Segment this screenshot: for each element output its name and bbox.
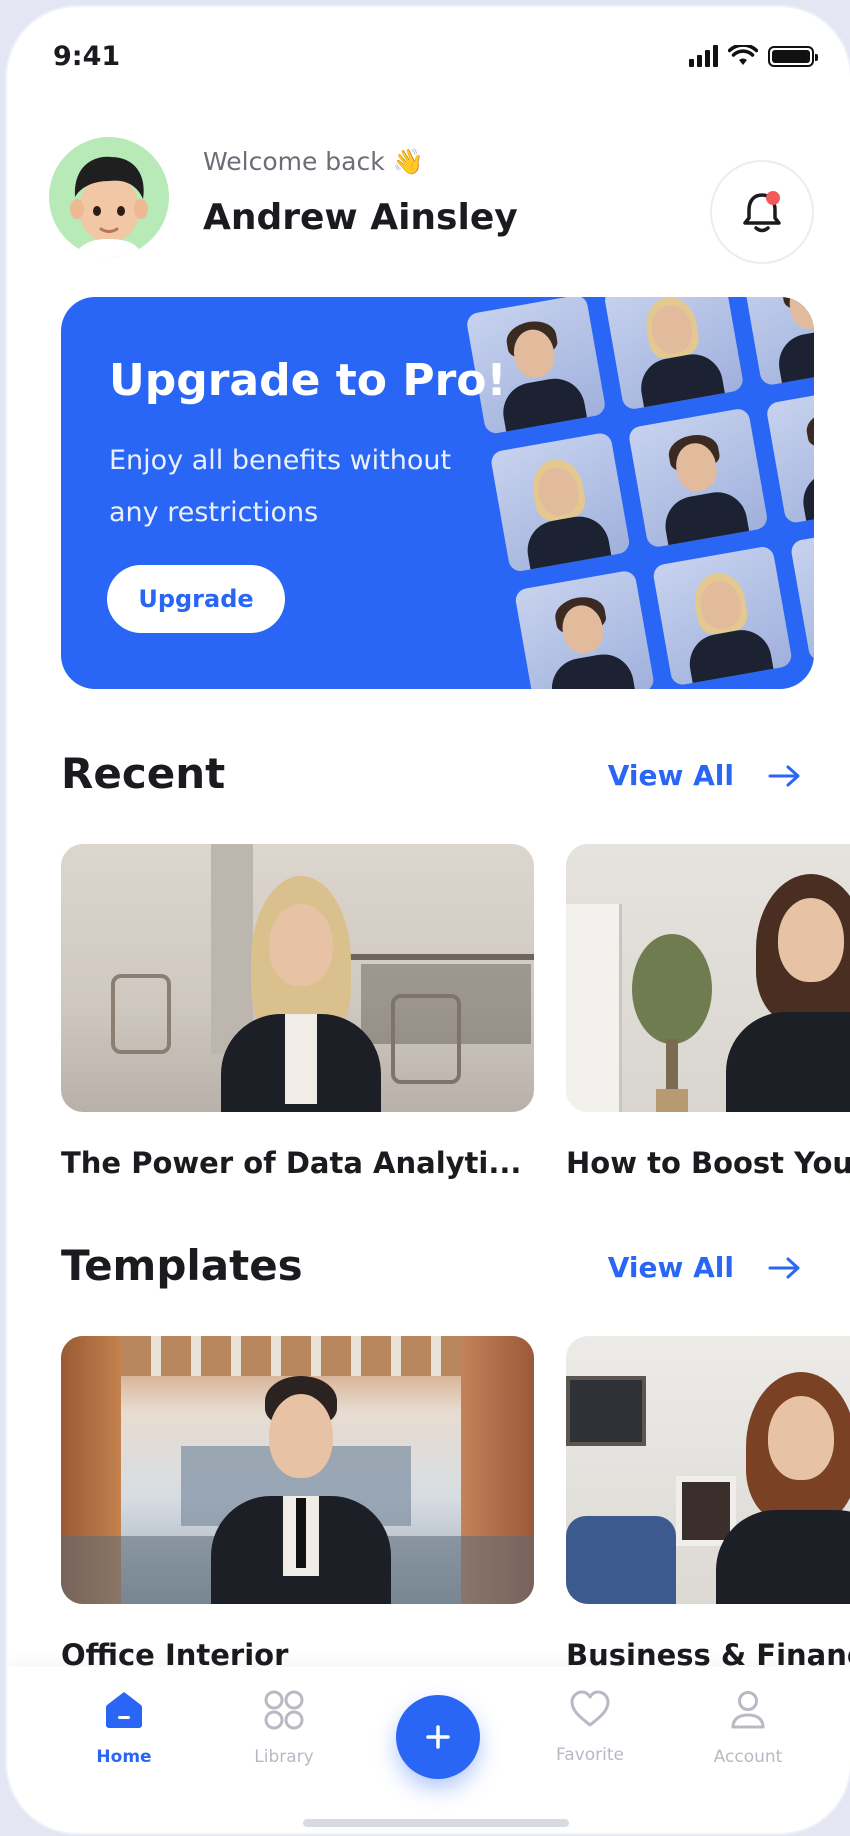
- template-card[interactable]: Office Interior: [61, 1336, 534, 1672]
- view-all-label: View All: [607, 1251, 734, 1284]
- home-indicator[interactable]: [303, 1819, 569, 1827]
- template-card-thumbnail: [566, 1336, 850, 1604]
- recent-view-all-link[interactable]: View All: [608, 759, 802, 792]
- view-all-label: View All: [607, 759, 734, 792]
- nav-label: Favorite: [556, 1745, 624, 1765]
- welcome-text: Welcome back 👋: [203, 147, 424, 176]
- wifi-icon: [728, 45, 758, 65]
- template-card[interactable]: Business & Finance: [566, 1336, 850, 1672]
- status-time: 9:41: [53, 41, 121, 72]
- recent-card[interactable]: The Power of Data Analyti...: [61, 844, 534, 1180]
- recent-section-title: Recent: [61, 749, 226, 798]
- nav-item-account[interactable]: Account: [693, 1689, 803, 1767]
- nav-item-favorite[interactable]: Favorite: [535, 1689, 645, 1765]
- avatar[interactable]: [49, 137, 169, 257]
- user-icon: [731, 1691, 765, 1729]
- upgrade-banner[interactable]: Upgrade to Pro! Enjoy all benefits witho…: [61, 297, 814, 689]
- battery-icon: [768, 45, 818, 67]
- user-name: Andrew Ainsley: [203, 197, 518, 238]
- create-button[interactable]: [396, 1695, 480, 1779]
- notification-button[interactable]: [710, 160, 814, 264]
- status-bar: 9:41: [53, 41, 818, 81]
- recent-card-thumbnail: [61, 844, 534, 1112]
- nav-item-home[interactable]: Home: [69, 1689, 179, 1767]
- templates-view-all-link[interactable]: View All: [608, 1251, 802, 1284]
- nav-item-library[interactable]: Library: [229, 1689, 339, 1767]
- templates-section-title: Templates: [61, 1241, 303, 1290]
- grid-icon: [264, 1690, 304, 1730]
- template-card-thumbnail: [61, 1336, 534, 1604]
- recent-card-title: How to Boost Your: [566, 1146, 850, 1180]
- recent-card-title: The Power of Data Analyti...: [61, 1146, 522, 1180]
- nav-label: Library: [254, 1747, 314, 1767]
- status-icons: [689, 45, 818, 67]
- plus-icon: [426, 1725, 450, 1749]
- bell-icon: [743, 191, 781, 233]
- home-icon: [106, 1692, 142, 1728]
- recent-card-thumbnail: [566, 844, 850, 1112]
- banner-subtitle: Enjoy all benefits without any restricti…: [109, 445, 452, 528]
- bottom-navigation: Home Library Favorite Account: [7, 1667, 850, 1833]
- heart-icon: [570, 1690, 610, 1727]
- memoji-avatar-icon: [70, 156, 148, 257]
- signal-icon: [689, 45, 718, 67]
- nav-label: Account: [713, 1747, 783, 1767]
- arrow-right-icon: [768, 1257, 800, 1278]
- banner-title: Upgrade to Pro!: [109, 355, 507, 406]
- arrow-right-icon: [768, 765, 800, 786]
- phone-screen: 9:41 Welcome back 👋 Andrew Ainsley Upgra…: [7, 7, 850, 1833]
- upgrade-button[interactable]: Upgrade: [107, 565, 285, 633]
- nav-label: Home: [96, 1747, 152, 1767]
- recent-card[interactable]: How to Boost Your: [566, 844, 850, 1180]
